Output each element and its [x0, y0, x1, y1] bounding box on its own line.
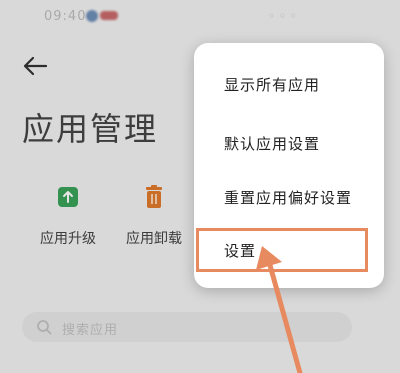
app-management-screen: 09:40 ◦ ◦ ◦ 应用管理 应用升级 应用卸载 搜索应用 显示所有应用 默…	[0, 0, 400, 373]
menu-item-show-all-apps[interactable]: 显示所有应用	[224, 74, 320, 95]
menu-item-default-apps[interactable]: 默认应用设置	[224, 133, 320, 154]
menu-item-reset-app-preferences[interactable]: 重置应用偏好设置	[224, 187, 352, 208]
settings-highlight-box	[196, 228, 368, 272]
